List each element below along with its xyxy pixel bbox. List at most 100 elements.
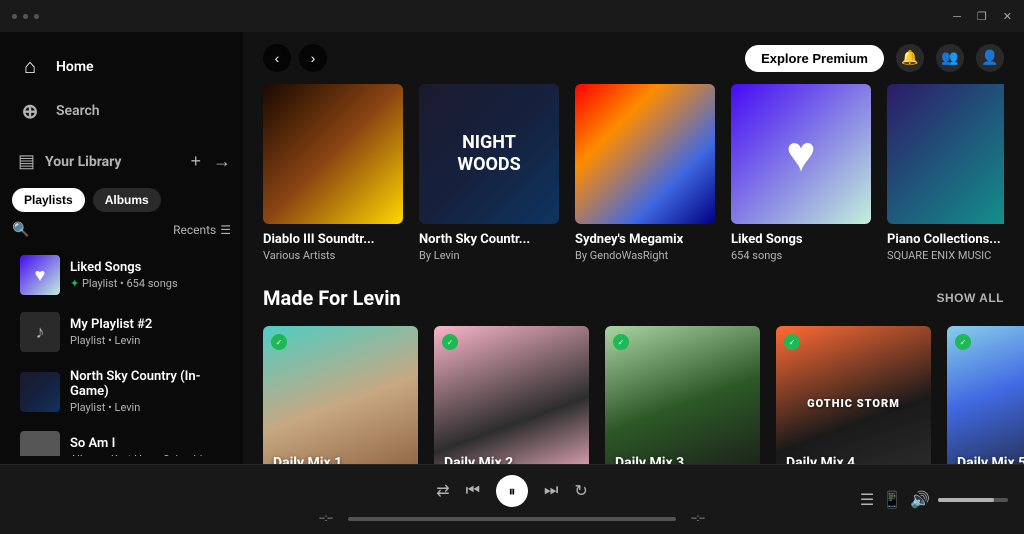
northsky-card-title: North Sky Countr... [419, 232, 559, 247]
liked-songs-info: Liked Songs ✦ Playlist • 654 songs [70, 260, 178, 290]
diablo-thumb [263, 84, 403, 224]
profile-icon[interactable]: 👤 [976, 44, 1004, 72]
explore-premium-button[interactable]: Explore Premium [745, 45, 884, 72]
dm5-thumb: ✓ Daily Mix 5 [947, 326, 1024, 464]
titlebar-controls: ─ ❐ ✕ [953, 10, 1012, 23]
dm1-label: Daily Mix 1 [273, 455, 342, 464]
volume-fill [938, 498, 994, 502]
dm5-label: Daily Mix 5 [957, 455, 1024, 464]
sidebar-item-search[interactable]: ⊕ Search [8, 89, 235, 133]
library-expand-button[interactable]: → [211, 149, 233, 174]
repeat-button[interactable]: ↻ [574, 481, 587, 501]
album-card[interactable]: NIGHTWOODS North Sky Countr... By Levin [419, 84, 559, 262]
notification-icon[interactable]: 🔔 [896, 44, 924, 72]
library-title: Your Library [45, 154, 121, 170]
list-item[interactable]: North Sky Country (In-Game) Playlist • L… [8, 361, 235, 422]
my-playlist-info: My Playlist #2 Playlist • Levin [70, 317, 152, 347]
daily-mix-cards: ✓ Daily Mix 1 Daily Mix 1 Josh Whelchel,… [263, 326, 1004, 464]
dm3-badge: ✓ [613, 334, 629, 350]
piano-thumb [887, 84, 1004, 224]
library-search-icon[interactable]: 🔍 [12, 222, 29, 238]
recents-label[interactable]: Recents ☰ [173, 223, 231, 237]
diablo-title: Diablo III Soundtr... [263, 232, 403, 247]
header-right: Explore Premium 🔔 👥 👤 [745, 44, 1004, 72]
shuffle-button[interactable]: ⇄ [436, 481, 449, 501]
liked-green-icon: ✦ [70, 277, 82, 290]
close-button[interactable]: ✕ [1003, 10, 1012, 23]
list-item[interactable]: So Am I Album • Kurt Hugo Schneider [8, 423, 235, 456]
dm2-badge: ✓ [442, 334, 458, 350]
so-am-i-thumb [20, 431, 60, 456]
play-pause-button[interactable]: ⏸ [496, 475, 528, 507]
sydney-thumb [575, 84, 715, 224]
sidebar-nav: ⌂ Home ⊕ Search [0, 40, 243, 137]
album-card[interactable]: ♥ Liked Songs 654 songs [731, 84, 871, 262]
northsky-card-subtitle: By Levin [419, 249, 559, 262]
northsky-meta: Playlist • Levin [70, 401, 223, 414]
list-item[interactable]: ♪ My Playlist #2 Playlist • Levin [8, 304, 235, 360]
northsky-info: North Sky Country (In-Game) Playlist • L… [70, 369, 223, 414]
daily-mix-card[interactable]: ✓ Daily Mix 1 Daily Mix 1 Josh Whelchel,… [263, 326, 418, 464]
library-actions: + → [188, 149, 233, 174]
friends-icon[interactable]: 👥 [936, 44, 964, 72]
content-body: Diablo III Soundtr... Various Artists NI… [243, 84, 1024, 464]
dm1-thumb: ✓ Daily Mix 1 [263, 326, 418, 464]
daily-mix-card[interactable]: ✓ Daily Mix 3 Daily Mix 3 Darren Ang, Mi… [605, 326, 760, 464]
album-card[interactable]: Piano Collections... SQUARE ENIX MUSIC [887, 84, 1004, 262]
my-playlist-name: My Playlist #2 [70, 317, 152, 332]
previous-button[interactable]: ⏮ [466, 482, 480, 500]
playlist-list: ♥ Liked Songs ✦ Playlist • 654 songs ♪ M… [0, 246, 243, 456]
sidebar: ⌂ Home ⊕ Search ▤ Your Library + → Playl… [0, 32, 243, 464]
titlebar-dots [12, 14, 39, 19]
home-icon: ⌂ [18, 54, 42, 79]
daily-mix-card[interactable]: ✓ Daily Mix 2 Daily Mix 2 ROZEN, Nobuo U… [434, 326, 589, 464]
daily-mix-card[interactable]: ✓ GOTHIC STORM Daily Mix 4 Daily Mix 4 G… [776, 326, 931, 464]
album-card[interactable]: Diablo III Soundtr... Various Artists [263, 84, 403, 262]
nav-forward-button[interactable]: › [299, 44, 327, 72]
daily-mix-card[interactable]: ✓ Daily Mix 5 Daily Mix 5 Darren Korb, C… [947, 326, 1024, 464]
playback-controls: ⇄ ⏮ ⏸ ⏭ ↻ [436, 475, 588, 507]
next-button[interactable]: ⏭ [544, 482, 558, 500]
northsky-thumb [20, 372, 60, 412]
main-header: ‹ › Explore Premium 🔔 👥 👤 [243, 32, 1024, 84]
piano-subtitle: SQUARE ENIX MUSIC [887, 249, 1004, 262]
queue-button[interactable]: ☰ [860, 490, 874, 510]
sydney-subtitle: By GendoWasRight [575, 249, 715, 262]
liked-songs-thumb: ♥ [20, 255, 60, 295]
recents-sort-icon: ☰ [220, 223, 231, 237]
liked-songs-card-title: Liked Songs [731, 232, 871, 247]
diablo-subtitle: Various Artists [263, 249, 403, 262]
dm4-label: Daily Mix 4 [786, 455, 855, 464]
sydney-title: Sydney's Megamix [575, 232, 715, 247]
northsky-name: North Sky Country (In-Game) [70, 369, 223, 399]
nav-back-button[interactable]: ‹ [263, 44, 291, 72]
northsky-card-thumb: NIGHTWOODS [419, 84, 559, 224]
made-for-title: Made For Levin [263, 286, 401, 310]
sidebar-item-search-label: Search [56, 103, 100, 119]
library-add-button[interactable]: + [188, 149, 203, 174]
minimize-button[interactable]: ─ [953, 10, 961, 23]
dm4-badge: ✓ [784, 334, 800, 350]
search-icon: ⊕ [18, 99, 42, 123]
main-content: ‹ › Explore Premium 🔔 👥 👤 Diablo III Sou… [243, 32, 1024, 464]
top-cards-row: Diablo III Soundtr... Various Artists NI… [263, 84, 1004, 262]
made-for-section-header: Made For Levin Show all [263, 286, 1004, 310]
volume-bar[interactable] [938, 498, 1008, 502]
volume-icon[interactable]: 🔊 [910, 490, 930, 510]
list-item[interactable]: ♥ Liked Songs ✦ Playlist • 654 songs [8, 247, 235, 303]
filter-albums-button[interactable]: Albums [93, 188, 161, 212]
progress-row: --:-- --:-- [312, 513, 712, 524]
library-search-row: 🔍 Recents ☰ [0, 218, 243, 242]
so-am-i-meta: Album • Kurt Hugo Schneider [70, 453, 212, 456]
progress-bar[interactable] [348, 517, 676, 521]
album-card[interactable]: Sydney's Megamix By GendoWasRight [575, 84, 715, 262]
sidebar-item-home[interactable]: ⌂ Home [8, 44, 235, 89]
maximize-button[interactable]: ❐ [977, 10, 987, 23]
playback-center: ⇄ ⏮ ⏸ ⏭ ↻ --:-- --:-- [216, 475, 808, 524]
my-playlist-meta: Playlist • Levin [70, 334, 152, 347]
titlebar: ─ ❐ ✕ [0, 0, 1024, 32]
show-all-button[interactable]: Show all [936, 291, 1004, 305]
filter-playlists-button[interactable]: Playlists [12, 188, 85, 212]
library-header: ▤ Your Library + → [0, 141, 243, 182]
devices-button[interactable]: 📱 [882, 490, 902, 510]
